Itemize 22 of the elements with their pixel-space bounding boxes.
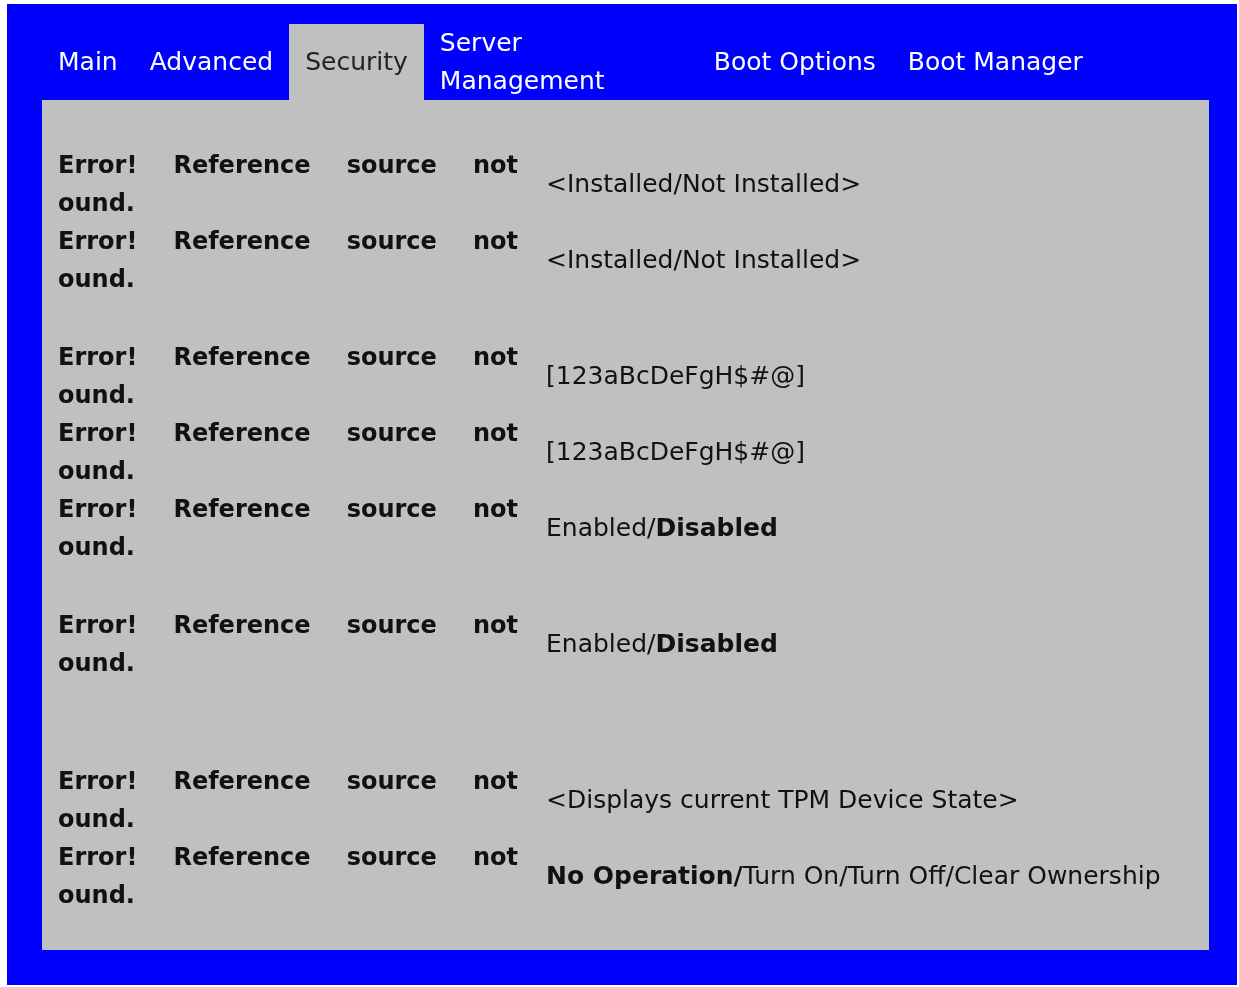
menu-tab[interactable]: Security (289, 24, 424, 100)
menu-tab[interactable]: Main (42, 24, 134, 100)
setting-label: Error! Reference source not ound. (58, 494, 518, 563)
menu-tab[interactable]: Advanced (133, 24, 290, 100)
setting-value: <Installed/Not Installed> (546, 168, 863, 200)
setting-value: <Displays current TPM Device State> (546, 784, 1020, 816)
setting-label: Error! Reference source not ound. (58, 610, 518, 679)
setting-value: <Installed/Not Installed> (546, 244, 863, 276)
setting-label: Error! Reference source not ound. (58, 342, 518, 411)
setting-label: Error! Reference source not ound. (58, 418, 518, 487)
menu-tab[interactable]: Server Management (423, 24, 684, 100)
setting-value: [123aBcDeFgH$#@] (546, 436, 806, 468)
setting-value: Enabled/Disabled (546, 512, 779, 544)
setting-label: Error! Reference source not ound. (58, 150, 518, 219)
setting-label: Error! Reference source not ound. (58, 766, 518, 835)
setting-label: Error! Reference source not ound. (58, 226, 518, 295)
menu-tab[interactable]: Boot Options (697, 24, 892, 100)
setting-value: No Operation/Turn On/Turn Off/Clear Ownership (546, 860, 1162, 892)
setting-value: Enabled/Disabled (546, 628, 779, 660)
setting-label: Error! Reference source not ound. (58, 842, 518, 911)
menu-tab[interactable]: Boot Manager (891, 24, 1099, 100)
setting-value: [123aBcDeFgH$#@] (546, 360, 806, 392)
